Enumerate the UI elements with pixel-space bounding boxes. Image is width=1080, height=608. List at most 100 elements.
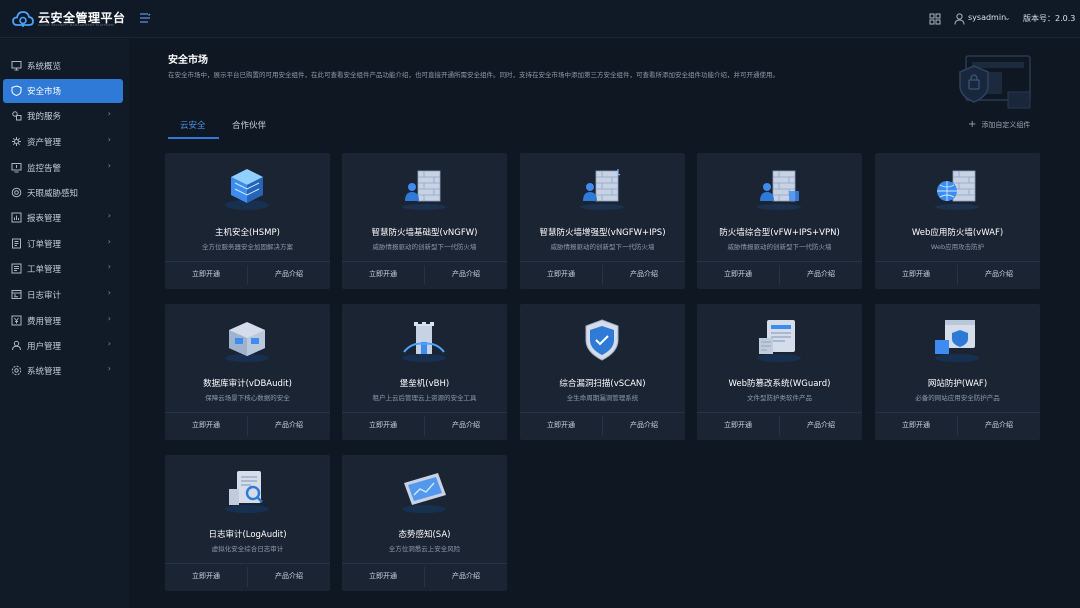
product-intro-button[interactable]: 产品介绍 <box>958 420 1040 430</box>
open-now-button[interactable]: 立即开通 <box>875 269 957 279</box>
alarm-icon <box>11 163 22 173</box>
database-audit-icon <box>225 322 269 362</box>
open-now-button[interactable]: 立即开通 <box>520 420 602 430</box>
tamper-proof-icon <box>757 320 801 362</box>
version-label: 版本号：2.0.3 <box>1023 14 1076 23</box>
product-intro-button[interactable]: 产品介绍 <box>425 269 507 279</box>
add-custom-component-button[interactable]: + 添加自定义组件 <box>968 119 1030 130</box>
product-intro-button[interactable]: 产品介绍 <box>780 420 862 430</box>
sidebar-item-label: 工单管理 <box>27 265 62 275</box>
sidebar-item-12[interactable]: 系统管理 › <box>3 359 123 383</box>
chevron-right-icon: › <box>107 288 111 297</box>
shield-icon <box>11 85 22 96</box>
chevron-right-icon: › <box>107 339 111 348</box>
sidebar-item-5[interactable]: 天眼威胁感知 <box>3 181 123 205</box>
firewall-combo-icon <box>757 170 801 210</box>
chevron-down-icon[interactable]: ⌄ <box>1004 13 1011 22</box>
host-security-icon <box>225 169 269 210</box>
tab-cloud-security[interactable]: 云安全 <box>180 119 206 131</box>
user-icon[interactable] <box>954 13 965 25</box>
sidebar-item-label: 报表管理 <box>27 214 62 224</box>
sidebar-item-label: 日志审计 <box>27 291 62 301</box>
product-title: 综合漏洞扫描(vSCAN) <box>559 379 646 389</box>
sidebar-item-4[interactable]: 监控告警 › <box>3 156 123 180</box>
chevron-right-icon: › <box>107 237 111 246</box>
website-protection-icon <box>935 320 979 362</box>
sidebar-item-11[interactable]: 用户管理 › <box>3 334 123 358</box>
product-intro-button[interactable]: 产品介绍 <box>958 269 1040 279</box>
product-title: 智慧防火墙增强型(vNGFW+IPS) <box>539 228 666 238</box>
product-description: 文件型防护类软件产品 <box>747 394 812 402</box>
open-now-button[interactable]: 立即开通 <box>342 420 424 430</box>
order-icon <box>12 238 21 249</box>
brand-subtitle: CLOUD SECURITY MANAGEMENT PLATFORM <box>38 23 114 27</box>
sidebar-item-label: 安全市场 <box>27 87 62 97</box>
open-now-button[interactable]: 立即开通 <box>342 571 424 581</box>
report-icon <box>11 212 22 223</box>
page-title: 安全市场 <box>168 55 208 66</box>
product-card: 防火墙综合型(vFW+IPS+VPN) 威胁情报驱动的创新型下一代防火墙 立即开通产… <box>697 153 862 289</box>
product-description: 威胁情报驱动的创新型下一代防火墙 <box>727 243 832 251</box>
open-now-button[interactable]: 立即开通 <box>165 269 247 279</box>
open-now-button[interactable]: 立即开通 <box>520 269 602 279</box>
product-intro-button[interactable]: 产品介绍 <box>425 420 507 430</box>
firewall-plus-icon <box>580 169 624 210</box>
card-divider <box>697 412 862 413</box>
product-intro-button[interactable]: 产品介绍 <box>603 420 685 430</box>
add-custom-label: 添加自定义组件 <box>981 121 1031 129</box>
chevron-right-icon: › <box>107 262 111 271</box>
product-intro-button[interactable]: 产品介绍 <box>425 571 507 581</box>
fee-icon <box>11 315 22 326</box>
card-divider <box>520 412 685 413</box>
sidebar-item-label: 系统管理 <box>27 367 62 377</box>
chevron-right-icon: › <box>107 314 111 323</box>
product-intro-button[interactable]: 产品介绍 <box>603 269 685 279</box>
card-divider <box>875 412 1040 413</box>
monitor-icon <box>11 61 22 71</box>
sidebar-item-3[interactable]: 资产管理 › <box>3 130 123 154</box>
sidebar-item-8[interactable]: 工单管理 › <box>3 257 123 281</box>
product-intro-button[interactable]: 产品介绍 <box>248 571 330 581</box>
chevron-right-icon: › <box>107 211 111 220</box>
sidebar-item-label: 天眼威胁感知 <box>27 189 79 199</box>
product-intro-button[interactable]: 产品介绍 <box>248 420 330 430</box>
open-now-button[interactable]: 立即开通 <box>697 420 779 430</box>
sidebar-item-10[interactable]: 费用管理 › <box>3 309 123 333</box>
sidebar-item-9[interactable]: 日志审计 › <box>3 283 123 307</box>
product-card: 智慧防火墙增强型(vNGFW+IPS) 威胁情报驱动的创新型下一代防火墙 立即开通产… <box>520 153 685 289</box>
sidebar-item-label: 费用管理 <box>27 317 62 327</box>
product-title: 日志审计(LogAudit) <box>208 530 287 540</box>
plus-icon: + <box>968 119 977 130</box>
bastion-host-icon <box>402 322 446 362</box>
vuln-scan-shield-icon <box>585 319 619 361</box>
chevron-right-icon: › <box>107 364 111 373</box>
username[interactable]: sysadmin <box>968 13 1006 22</box>
open-now-button[interactable]: 立即开通 <box>342 269 424 279</box>
product-card: 智慧防火墙基础型(vNGFW) 威胁情报驱动的创新型下一代防火墙 立即开通 产品介绍 <box>342 153 507 289</box>
tab-partners[interactable]: 合作伙伴 <box>232 119 266 131</box>
asset-icon <box>12 137 21 146</box>
sidebar-item-0[interactable]: 系统概览 <box>3 54 123 78</box>
open-now-button[interactable]: 立即开通 <box>875 420 957 430</box>
product-description: Web应用攻击防护 <box>930 243 985 251</box>
product-card: 数据库审计(vDBAudit) 保障云场景下核心数据的安全 立即开通 产品介绍 <box>165 304 330 440</box>
sidebar-item-label: 监控告警 <box>27 164 62 174</box>
top-header: 云安全管理平台 CLOUD SECURITY MANAGEMENT PLATFO… <box>0 0 1080 38</box>
menu-toggle-icon[interactable] <box>138 11 152 25</box>
card-divider <box>875 261 1040 262</box>
open-now-button[interactable]: 立即开通 <box>697 269 779 279</box>
sidebar-item-label: 订单管理 <box>27 240 62 250</box>
sidebar-item-2[interactable]: 我的服务 › <box>3 104 123 128</box>
product-card: 主机安全(HSMP) 全方位服务器安全加固解决方案 立即开通 产品介绍 <box>165 153 330 289</box>
product-intro-button[interactable]: 产品介绍 <box>248 269 330 279</box>
open-now-button[interactable]: 立即开通 <box>165 571 247 581</box>
user-icon <box>12 340 21 351</box>
product-intro-button[interactable]: 产品介绍 <box>780 269 862 279</box>
product-card: 综合漏洞扫描(vSCAN) 全生命周期漏洞管理系统 立即开通 产品介绍 <box>520 304 685 440</box>
sidebar-item-7[interactable]: 订单管理 › <box>3 232 123 256</box>
open-now-button[interactable]: 立即开通 <box>165 420 247 430</box>
sidebar-item-6[interactable]: 报表管理 › <box>3 206 123 230</box>
grid-icon[interactable] <box>929 13 941 25</box>
ticket-icon <box>11 263 22 274</box>
sidebar-item-1[interactable]: 安全市场 <box>3 79 123 103</box>
